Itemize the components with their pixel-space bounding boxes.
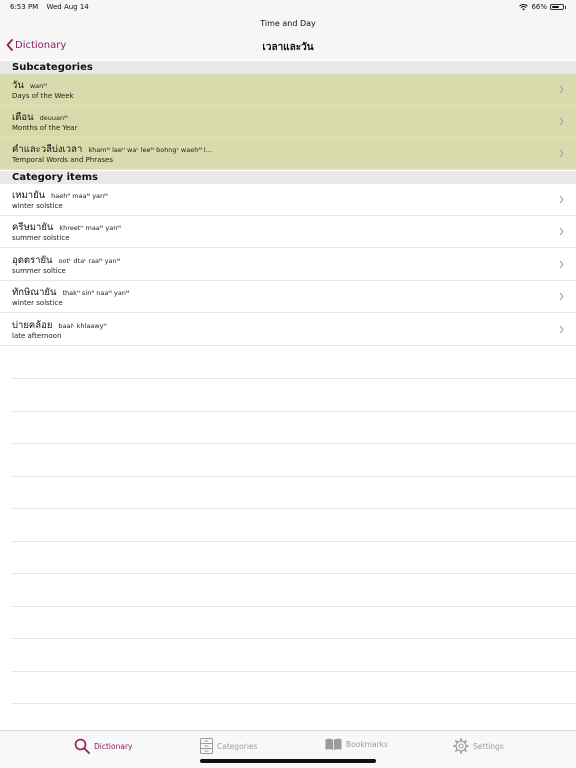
empty-row-separator: [12, 378, 576, 379]
home-indicator: [200, 759, 376, 763]
wifi-icon: [519, 3, 529, 10]
tab-settings[interactable]: Settings: [453, 738, 504, 754]
section-header-subcategories: Subcategories: [0, 61, 576, 74]
tab-dictionary-label: Dictionary: [94, 741, 133, 751]
subcategory-row[interactable]: เดือน deuuanᴹ Months of the Year: [0, 106, 576, 138]
subcategory-row[interactable]: คำและวลีบ่งเวลา khamᴹ laeᴴ waᴸ leeᴹ bohng…: [0, 138, 576, 170]
row-thai-wrap: อุตตรายัน ootᴸ dtaᴸ raaᴹ yanᴹ: [12, 253, 120, 268]
search-icon: [74, 738, 90, 754]
battery-tip: [565, 5, 566, 9]
row-english: Months of the Year: [12, 124, 78, 132]
tab-dictionary[interactable]: Dictionary: [74, 738, 132, 754]
row-thai: ครีษมายัน: [12, 222, 54, 233]
row-english: Days of the Week: [12, 92, 74, 100]
battery-percent: 66%: [531, 3, 547, 11]
row-english: Temporal Words and Phrases: [12, 156, 113, 164]
empty-row-separator: [12, 573, 576, 574]
row-romanization: khamᴹ laeᴴ waᴸ leeᴹ bohngᴸ waehᴹ l...: [88, 146, 212, 154]
empty-row-separator: [12, 508, 576, 509]
row-thai: บ่ายคล้อย: [12, 320, 53, 331]
gear-icon: [453, 738, 469, 754]
empty-row-separator: [12, 541, 576, 542]
title-bar: Time and Day: [0, 14, 576, 34]
tab-bookmarks[interactable]: Bookmarks: [325, 738, 388, 751]
status-date: Wed Aug 14: [46, 3, 89, 11]
row-romanization: baaiᴸ khlaawyᴴ: [58, 322, 107, 330]
chevron-right-icon: [559, 149, 564, 158]
empty-row-separator: [12, 638, 576, 639]
section-header-category-items: Category items: [0, 171, 576, 184]
row-romanization: deuuanᴹ: [39, 114, 68, 122]
row-thai: วัน: [12, 80, 24, 91]
list-item[interactable]: ทักษิณายัน thakᴴ sinᴿ naaᴹ yanᴹ winter so…: [0, 281, 576, 313]
list-item[interactable]: อุตตรายัน ootᴸ dtaᴸ raaᴹ yanᴹ summer solt…: [0, 249, 576, 281]
row-romanization: haehᴿ maaᴹ yanᴹ: [51, 192, 108, 200]
row-english: summer soltice: [12, 267, 66, 275]
tab-bookmarks-label: Bookmarks: [346, 740, 388, 749]
row-romanization: khreetᴴ maaᴹ yanᴹ: [59, 224, 121, 232]
row-romanization: thakᴴ sinᴿ naaᴹ yanᴹ: [62, 289, 130, 297]
row-thai-wrap: บ่ายคล้อย baaiᴸ khlaawyᴴ: [12, 318, 107, 333]
row-thai-wrap: วัน wanᴹ: [12, 78, 47, 93]
list-item[interactable]: บ่ายคล้อย baaiᴸ khlaawyᴴ late afternoon: [0, 314, 576, 346]
empty-row-separator: [12, 671, 576, 672]
empty-row-separator: [12, 476, 576, 477]
row-english: winter solstice: [12, 299, 63, 307]
window-title: Time and Day: [260, 19, 316, 28]
status-time: 6:53 PM: [10, 3, 39, 11]
row-thai-wrap: ครีษมายัน khreetᴴ maaᴹ yanᴹ: [12, 220, 121, 235]
chevron-right-icon: [559, 292, 564, 301]
status-left: 6:53 PM Wed Aug 14: [10, 3, 89, 11]
row-thai-wrap: เหมายัน haehᴿ maaᴹ yanᴹ: [12, 188, 108, 203]
empty-row-separator: [12, 606, 576, 607]
cabinet-icon: [200, 738, 213, 754]
empty-row-separator: [12, 443, 576, 444]
empty-row-separator: [12, 703, 576, 704]
tab-categories-label: Categories: [217, 741, 258, 751]
book-icon: [325, 738, 342, 751]
tab-settings-label: Settings: [473, 741, 504, 751]
row-thai-wrap: ทักษิณายัน thakᴴ sinᴿ naaᴹ yanᴹ: [12, 285, 129, 300]
row-thai: เหมายัน: [12, 190, 46, 201]
row-thai-wrap: คำและวลีบ่งเวลา khamᴹ laeᴴ waᴸ leeᴹ bohng…: [12, 142, 212, 157]
chevron-right-icon: [559, 260, 564, 269]
subcategory-row[interactable]: วัน wanᴹ Days of the Week: [0, 74, 576, 106]
row-english: winter solstice: [12, 202, 63, 210]
page-title: เวลาและวัน: [262, 42, 314, 53]
chevron-right-icon: [559, 195, 564, 204]
row-thai-wrap: เดือน deuuanᴹ: [12, 110, 68, 125]
chevron-right-icon: [559, 85, 564, 94]
battery-icon: [550, 4, 564, 10]
row-thai: เดือน: [12, 112, 34, 123]
status-bar: 6:53 PM Wed Aug 14 66%: [0, 0, 576, 14]
row-romanization: wanᴹ: [29, 82, 47, 90]
status-right: 66%: [519, 3, 566, 11]
row-thai: อุตตรายัน: [12, 255, 53, 266]
tab-categories[interactable]: Categories: [200, 738, 257, 754]
chevron-right-icon: [559, 227, 564, 236]
list-item[interactable]: ครีษมายัน khreetᴴ maaᴹ yanᴹ summer solsti…: [0, 216, 576, 248]
row-english: summer solstice: [12, 234, 70, 242]
row-romanization: ootᴸ dtaᴸ raaᴹ yanᴹ: [58, 257, 121, 265]
row-thai: คำและวลีบ่งเวลา: [12, 144, 83, 155]
nav-bar: Dictionary เวลาและวัน: [0, 34, 576, 60]
chevron-right-icon: [559, 325, 564, 334]
empty-row-separator: [12, 411, 576, 412]
row-english: late afternoon: [12, 332, 62, 340]
row-thai: ทักษิณายัน: [12, 287, 57, 298]
chevron-right-icon: [559, 117, 564, 126]
list-item[interactable]: เหมายัน haehᴿ maaᴹ yanᴹ winter solstice: [0, 184, 576, 216]
